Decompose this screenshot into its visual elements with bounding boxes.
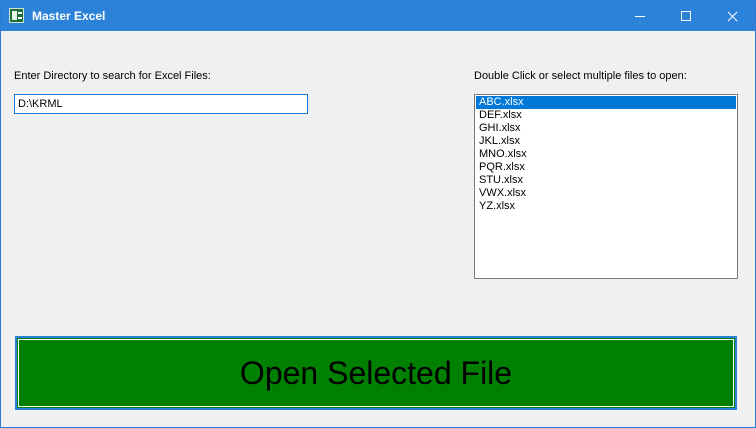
list-item[interactable]: JKL.xlsx <box>476 135 736 148</box>
directory-label: Enter Directory to search for Excel File… <box>14 70 211 82</box>
minimize-icon[interactable] <box>617 1 663 31</box>
file-list[interactable]: ABC.xlsx DEF.xlsx GHI.xlsx JKL.xlsx MNO.… <box>474 94 738 279</box>
list-item[interactable]: VWX.xlsx <box>476 187 736 200</box>
open-selected-file-button[interactable]: Open Selected File <box>15 336 737 410</box>
close-icon[interactable] <box>709 1 755 31</box>
excel-icon <box>9 8 24 23</box>
list-item[interactable]: STU.xlsx <box>476 174 736 187</box>
list-item[interactable]: DEF.xlsx <box>476 109 736 122</box>
maximize-icon[interactable] <box>663 1 709 31</box>
list-item[interactable]: ABC.xlsx <box>476 96 736 109</box>
list-item[interactable]: MNO.xlsx <box>476 148 736 161</box>
list-item[interactable]: YZ.xlsx <box>476 200 736 213</box>
window-title: Master Excel <box>32 9 106 23</box>
app-window: Master Excel Enter Directory to search f… <box>0 0 756 428</box>
directory-input[interactable] <box>14 94 308 114</box>
list-item[interactable]: GHI.xlsx <box>476 122 736 135</box>
file-list-label: Double Click or select multiple files to… <box>474 70 687 82</box>
title-bar[interactable]: Master Excel <box>1 1 755 31</box>
list-item[interactable]: PQR.xlsx <box>476 161 736 174</box>
